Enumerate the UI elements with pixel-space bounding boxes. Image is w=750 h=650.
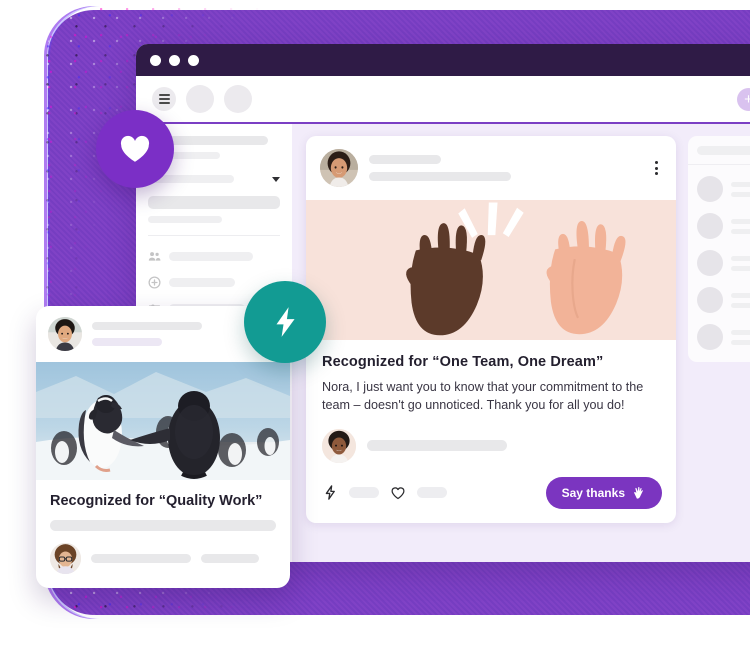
- card-reply-row: [306, 415, 676, 463]
- avatar[interactable]: [50, 543, 81, 574]
- sidebar-item-people[interactable]: [148, 250, 280, 263]
- penguins-on-ice-photo: [36, 362, 290, 480]
- card-header-skeletons: [369, 155, 511, 181]
- list-item-line-1: [731, 292, 750, 298]
- list-item-line-1: [731, 255, 750, 261]
- sidebar-divider: [148, 235, 280, 236]
- action-skeleton-1: [349, 487, 379, 498]
- kebab-menu-icon[interactable]: [651, 159, 662, 177]
- avatar: [697, 250, 723, 276]
- list-item-line-2: [731, 302, 750, 308]
- sidebar-item-add[interactable]: [148, 276, 280, 289]
- sidebar-label-add: [169, 278, 235, 287]
- app-toolbar: +: [136, 76, 750, 124]
- recognition-card: Recognized for “One Team, One Dream” Nor…: [306, 136, 676, 523]
- avatar[interactable]: [320, 149, 358, 187]
- sidebar-dropdown[interactable]: [148, 175, 280, 183]
- toolbar-avatar-2[interactable]: [224, 85, 252, 113]
- list-item-line-2: [731, 191, 750, 197]
- avatar-photo-woman-2: [322, 428, 356, 463]
- list-item-line-2: [731, 228, 750, 234]
- plus-circle-icon: [148, 276, 161, 289]
- list-item-skeletons: [731, 292, 750, 308]
- toolbar-avatar-1[interactable]: [186, 85, 214, 113]
- list-item-line-2: [731, 265, 750, 271]
- list-item[interactable]: [697, 287, 750, 313]
- lightning-bolt-icon: [276, 307, 295, 337]
- high-five-hands-illustration: [306, 200, 676, 340]
- quality-header-skeleton-1: [92, 322, 202, 330]
- avatar-photo-woman-1: [320, 149, 358, 187]
- card-title: Recognized for “One Team, One Dream”: [322, 354, 604, 370]
- list-item[interactable]: [697, 213, 750, 239]
- avatar[interactable]: [48, 317, 82, 351]
- screenshot-stage: + Recognized for “One Team, One Dream” N…: [0, 0, 750, 650]
- penguins-photo: [36, 362, 290, 480]
- heart-icon: [120, 135, 150, 162]
- window-titlebar: [136, 44, 750, 76]
- reply-skeleton: [367, 440, 507, 451]
- sidebar-label-people: [169, 252, 253, 261]
- chevron-down-icon: [272, 176, 280, 182]
- quality-header-skeleton-2: [92, 338, 162, 346]
- bolt-badge[interactable]: [244, 281, 326, 363]
- heart-badge[interactable]: [96, 110, 174, 188]
- list-item-line-1: [731, 181, 750, 187]
- clapping-hands-icon: [634, 486, 643, 499]
- window-dot-3[interactable]: [188, 54, 199, 66]
- list-item-skeletons: [731, 218, 750, 234]
- window-dot-2[interactable]: [169, 54, 180, 66]
- avatar: [697, 287, 723, 313]
- list-item-skeletons: [731, 181, 750, 197]
- action-skeleton-2: [417, 487, 447, 498]
- avatar: [697, 324, 723, 350]
- quality-card-title: Recognized for “Quality Work”: [50, 493, 263, 509]
- card-header-skeleton-1: [369, 155, 441, 164]
- rail-title-skeleton: [697, 146, 750, 155]
- quality-footer-skeleton-2: [201, 554, 259, 563]
- list-item[interactable]: [697, 250, 750, 276]
- card-header-skeleton-2: [369, 172, 511, 181]
- say-thanks-label: Say thanks: [561, 485, 625, 500]
- heart-outline-icon[interactable]: [390, 485, 406, 501]
- list-item[interactable]: [697, 324, 750, 350]
- plus-icon[interactable]: +: [737, 87, 750, 111]
- list-item-line-1: [731, 218, 750, 224]
- avatar: [697, 213, 723, 239]
- quality-work-card: Recognized for “Quality Work”: [36, 306, 290, 588]
- card-body-text: Nora, I just want you to know that your …: [322, 380, 644, 413]
- lightning-bolt-icon[interactable]: [322, 485, 338, 501]
- list-item-line-2: [731, 339, 750, 345]
- quality-card-skeleton: [50, 520, 276, 531]
- rail-divider: [688, 164, 750, 165]
- right-rail: [688, 124, 750, 562]
- say-thanks-button[interactable]: Say thanks: [545, 476, 662, 509]
- right-rail-card: [688, 136, 750, 362]
- avatar-photo-man-1: [48, 317, 82, 351]
- list-item-skeletons: [731, 255, 750, 271]
- sidebar-skeleton-4: [148, 216, 222, 223]
- avatar-photo-man-2: [50, 543, 81, 574]
- sidebar-skeleton-3: [148, 196, 280, 209]
- quality-footer-skeleton-1: [91, 554, 191, 563]
- list-item[interactable]: [697, 176, 750, 202]
- quality-card-header-skeletons: [92, 322, 202, 346]
- list-item-skeletons: [731, 329, 750, 345]
- menu-button[interactable]: [152, 87, 176, 111]
- people-icon: [148, 252, 161, 261]
- window-dot-1[interactable]: [150, 54, 161, 66]
- avatar: [697, 176, 723, 202]
- quality-card-footer: [36, 531, 290, 588]
- hamburger-icon: [158, 93, 170, 105]
- card-actions-row: Say thanks: [306, 463, 676, 523]
- avatar[interactable]: [322, 428, 356, 463]
- card-header: [306, 136, 676, 200]
- feed-column: Recognized for “One Team, One Dream” Nor…: [292, 124, 688, 562]
- list-item-line-1: [731, 329, 750, 335]
- hero-image: [306, 200, 676, 340]
